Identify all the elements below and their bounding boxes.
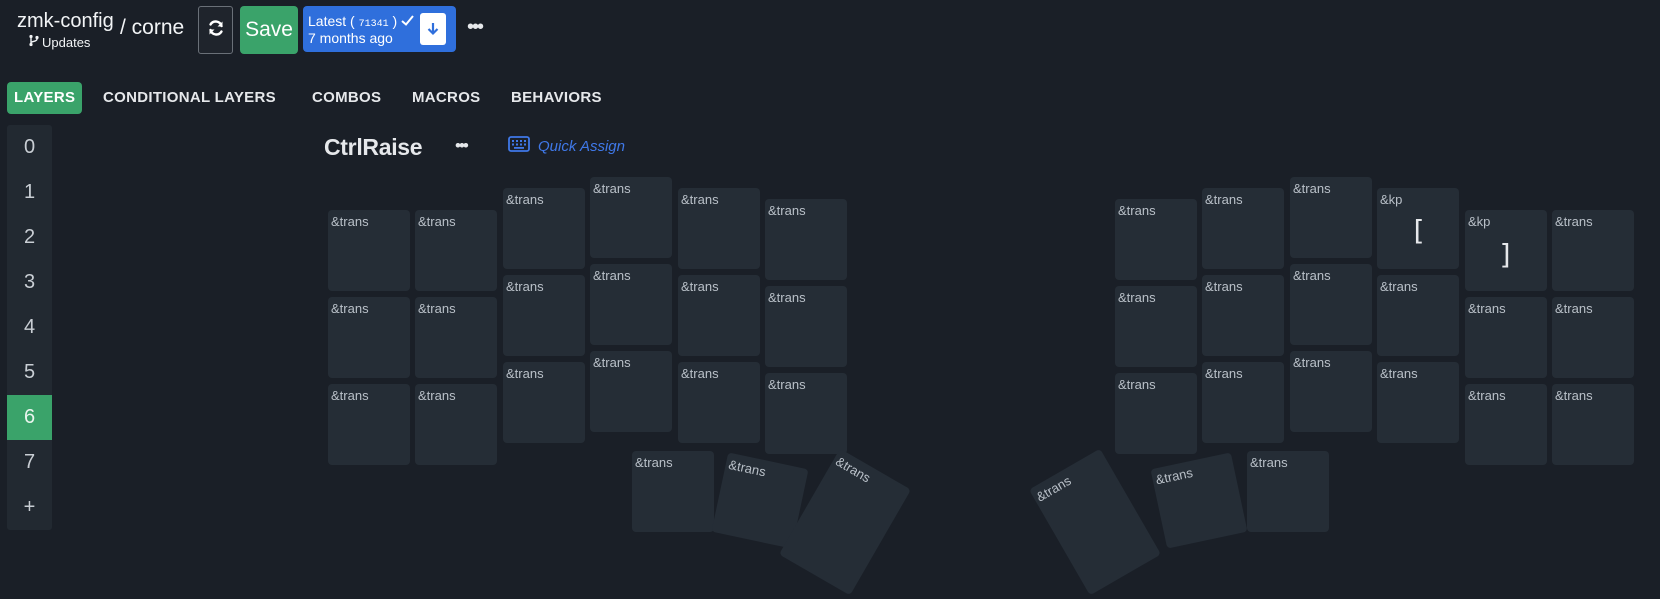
key[interactable]: &trans [415,384,497,465]
key[interactable]: &trans [1202,275,1284,356]
thumb-key[interactable]: &trans [1150,452,1248,549]
key[interactable]: &kp] [1465,210,1547,291]
key[interactable]: &trans [1552,210,1634,291]
key[interactable]: &trans [1465,384,1547,465]
key[interactable]: &trans [678,275,760,356]
key[interactable]: &trans [1202,188,1284,269]
thumb-key[interactable]: &trans [632,451,714,532]
key[interactable]: &trans [765,286,847,367]
key[interactable]: &trans [328,210,410,291]
key[interactable]: &trans [1115,373,1197,454]
key[interactable]: &trans [590,177,672,258]
key[interactable]: &trans [590,351,672,432]
key[interactable]: &trans [1377,362,1459,443]
thumb-key[interactable]: &trans [1247,451,1329,532]
key[interactable]: &trans [765,373,847,454]
key[interactable]: &trans [1377,275,1459,356]
key[interactable]: &trans [1552,297,1634,378]
key[interactable]: &trans [1465,297,1547,378]
key[interactable]: &kp[ [1377,188,1459,269]
key[interactable]: &trans [1290,264,1372,345]
keyboard-layout: &trans &trans &trans &trans &trans &tran… [0,0,1660,599]
key[interactable]: &trans [1552,384,1634,465]
key[interactable]: &trans [503,275,585,356]
key[interactable]: &trans [503,188,585,269]
key[interactable]: &trans [328,297,410,378]
key[interactable]: &trans [1115,286,1197,367]
key[interactable]: &trans [678,362,760,443]
key[interactable]: &trans [678,188,760,269]
thumb-key[interactable]: &trans [1028,448,1162,596]
key[interactable]: &trans [1290,177,1372,258]
key[interactable]: &trans [1115,199,1197,280]
key[interactable]: &trans [328,384,410,465]
key[interactable]: &trans [1290,351,1372,432]
key[interactable]: &trans [590,264,672,345]
key[interactable]: &trans [415,297,497,378]
key[interactable]: &trans [765,199,847,280]
key[interactable]: &trans [415,210,497,291]
key[interactable]: &trans [503,362,585,443]
key[interactable]: &trans [1202,362,1284,443]
